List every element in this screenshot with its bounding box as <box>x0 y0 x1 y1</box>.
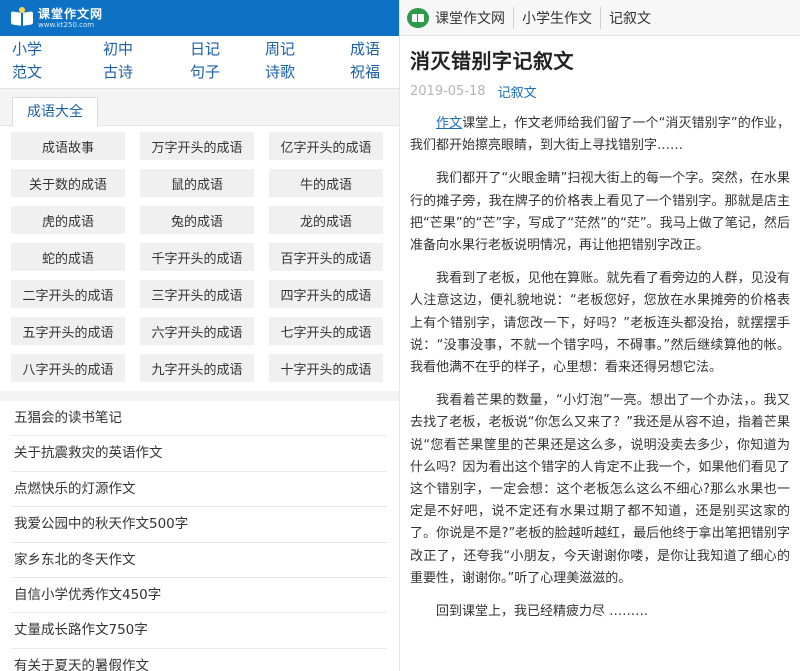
idiom-category-button[interactable]: 牛的成语 <box>269 169 383 197</box>
category-link[interactable]: 祝福 <box>312 61 387 84</box>
book-logo-icon <box>10 7 34 29</box>
idiom-category-button[interactable]: 二字开头的成语 <box>11 280 125 308</box>
article-paragraph: 我们都开了“火眼金睛”扫视大街上的每一个字。突然，在水果行的摊子旁，我在牌子的价… <box>410 171 790 254</box>
breadcrumb: 课堂作文网 小学生作文 记叙文 <box>400 0 800 36</box>
article-body: 作文课堂上，作文老师给我们留了一个“消灭错别字”的作业，我们都开始擦亮眼睛，到大… <box>410 113 790 623</box>
site-logo[interactable]: 课堂作文网 www.kt250.com <box>10 7 103 29</box>
article-list: 五猖会的读书笔记 关于抗震救灾的英语作文 点燃快乐的灯源作文 我爱公园中的秋天作文50… <box>0 401 399 671</box>
site-name: 课堂作文网 <box>38 6 104 21</box>
article-list-item[interactable]: 关于抗震救灾的英语作文 <box>12 436 387 472</box>
category-link[interactable]: 日记 <box>162 38 237 61</box>
article-meta: 2019-05-18 记叙文 <box>410 82 790 101</box>
idiom-category-button[interactable]: 八字开头的成语 <box>11 354 125 382</box>
home-logo-icon[interactable] <box>407 7 429 28</box>
idiom-category-button[interactable]: 百字开头的成语 <box>269 243 383 271</box>
idiom-category-button[interactable]: 关于数的成语 <box>11 169 125 197</box>
article-category-link[interactable]: 记叙文 <box>498 82 537 101</box>
category-link[interactable]: 周记 <box>237 38 312 61</box>
category-nav: 小学 初中 日记 周记 成语范文 古诗 句子 诗歌 祝福 <box>0 36 399 88</box>
idiom-category-button[interactable]: 蛇的成语 <box>11 243 125 271</box>
article-list-item[interactable]: 五猖会的读书笔记 <box>12 401 387 437</box>
article-list-item[interactable]: 点燃快乐的灯源作文 <box>12 472 387 508</box>
article-date: 2019-05-18 <box>410 84 486 99</box>
article-list-item[interactable]: 自信小学优秀作文450字 <box>12 578 387 614</box>
category-link[interactable]: 句子 <box>162 61 237 84</box>
idiom-category-button[interactable]: 鼠的成语 <box>140 169 254 197</box>
idiom-category-button[interactable]: 龙的成语 <box>269 206 383 234</box>
idiom-category-button[interactable]: 九字开头的成语 <box>140 354 254 382</box>
article-paragraph: 回到课堂上，我已经精疲力尽 ……… <box>436 604 649 620</box>
section-divider <box>0 391 399 401</box>
site-url: www.kt250.com <box>38 20 95 29</box>
idiom-category-button[interactable]: 四字开头的成语 <box>269 280 383 308</box>
category-link[interactable]: 古诗 <box>87 61 162 84</box>
idiom-category-button[interactable]: 七字开头的成语 <box>269 317 383 345</box>
breadcrumb-divider <box>513 6 514 29</box>
idiom-category-button[interactable]: 亿字开头的成语 <box>269 132 383 160</box>
idiom-category-button[interactable]: 兔的成语 <box>140 206 254 234</box>
article-paragraph: 我看到了老板，见他在算账。就先看了看旁边的人群，见没有人注意这边，便礼貌地说：“… <box>410 271 790 376</box>
article-list-item[interactable]: 丈量成长路作文750字 <box>12 613 387 649</box>
idiom-category-button[interactable]: 成语故事 <box>11 132 125 160</box>
tab-bar: 成语大全 <box>0 88 399 127</box>
category-link[interactable]: 成语 <box>312 38 387 61</box>
left-pane: 课堂作文网 www.kt250.com 小学 初中 日记 周记 成语范文 古诗 句子 诗歌 祝福… <box>0 0 400 671</box>
category-link[interactable]: 诗歌 <box>237 61 312 84</box>
idiom-category-button[interactable]: 十字开头的成语 <box>269 354 383 382</box>
paragraph-text: 课堂上，作文老师给我们留了一个“消灭错别字”的作业，我们都开始擦亮眼睛，到大街上… <box>410 116 790 154</box>
article-list-item[interactable]: 家乡东北的冬天作文 <box>12 543 387 578</box>
idiom-category-button[interactable]: 千字开头的成语 <box>140 243 254 271</box>
idiom-category-button[interactable]: 虎的成语 <box>11 206 125 234</box>
breadcrumb-home[interactable]: 课堂作文网 <box>435 8 505 28</box>
tab-idioms[interactable]: 成语大全 <box>12 97 98 127</box>
breadcrumb-divider <box>600 6 601 29</box>
idiom-category-button[interactable]: 万字开头的成语 <box>140 132 254 160</box>
article: 消灭错别字记叙文 2019-05-18 记叙文 作文课堂上，作文老师给我们留了一… <box>400 45 800 623</box>
article-paragraph: 我看着芒果的数量，“小灯泡”一亮。想出了一个办法，。我又去找了老板，老板说“你怎… <box>410 393 790 586</box>
idiom-grid: 成语故事 万字开头的成语 亿字开头的成语关于数的成语 鼠的成语 牛的成语虎的成语 兔的成语… <box>0 126 399 382</box>
site-header: 课堂作文网 www.kt250.com <box>0 0 399 36</box>
category-link[interactable]: 小学 <box>12 38 87 61</box>
article-list-item[interactable]: 有关于夏天的暑假作文 <box>12 649 387 671</box>
article-paragraph: 作文课堂上，作文老师给我们留了一个“消灭错别字”的作业，我们都开始擦亮眼睛，到大… <box>410 113 790 157</box>
right-pane: 课堂作文网 小学生作文 记叙文 消灭错别字记叙文 2019-05-18 记叙文 … <box>400 0 800 671</box>
category-link[interactable]: 初中 <box>87 38 162 61</box>
keyword-link[interactable]: 作文 <box>436 116 462 131</box>
idiom-category-button[interactable]: 六字开头的成语 <box>140 317 254 345</box>
breadcrumb-level1[interactable]: 小学生作文 <box>522 8 592 28</box>
idiom-category-button[interactable]: 五字开头的成语 <box>11 317 125 345</box>
breadcrumb-level2[interactable]: 记叙文 <box>609 8 651 28</box>
category-link[interactable]: 范文 <box>12 61 87 84</box>
idiom-category-button[interactable]: 三字开头的成语 <box>140 280 254 308</box>
article-title: 消灭错别字记叙文 <box>410 49 574 73</box>
article-list-item[interactable]: 我爱公园中的秋天作文500字 <box>12 507 387 543</box>
